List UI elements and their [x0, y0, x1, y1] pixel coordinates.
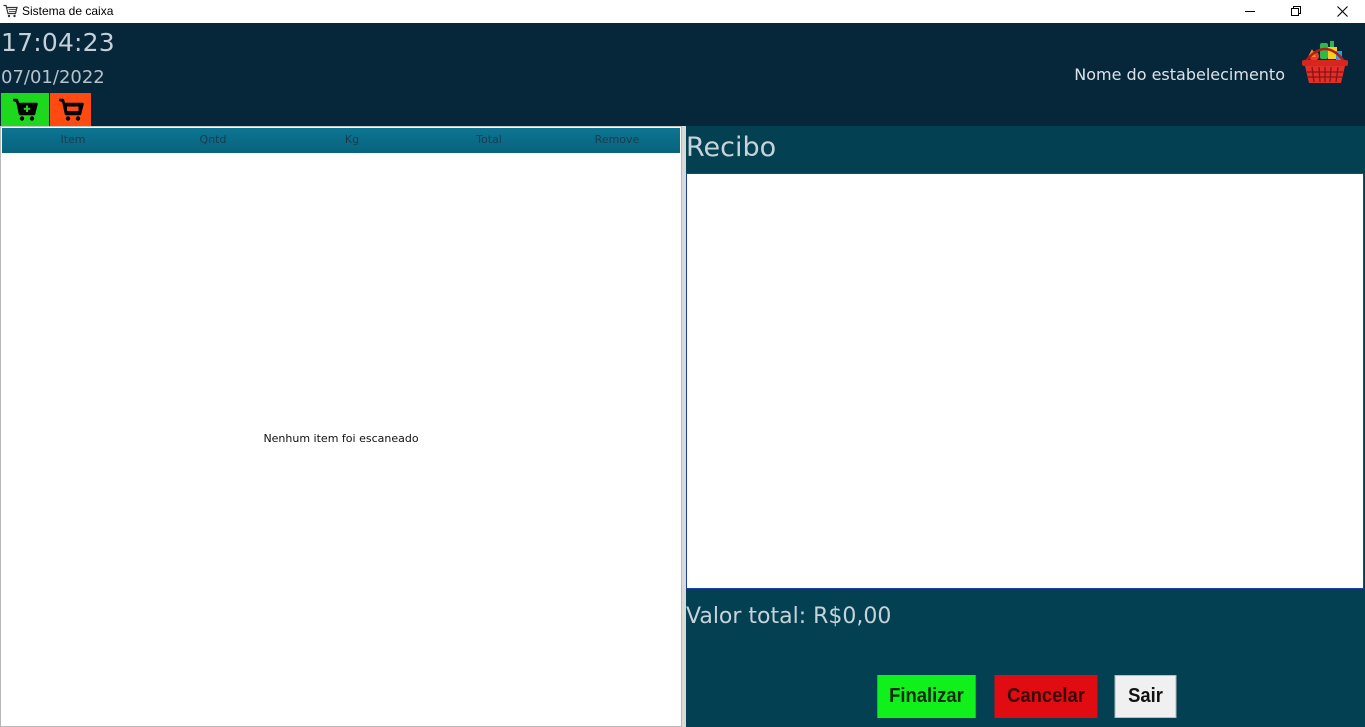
column-header-item[interactable]: Item: [23, 133, 123, 146]
receipt-panel: Recibo Valor total: R$0,00 Finalizar Can…: [686, 126, 1365, 727]
cart-remove-icon: [58, 98, 84, 121]
column-header-qntd[interactable]: Qntd: [163, 133, 263, 146]
date: 07/01/2022: [1, 67, 105, 88]
remove-from-cart-button[interactable]: [50, 93, 91, 126]
exit-button[interactable]: Sair: [1114, 675, 1177, 718]
shopping-cart-app-icon: [3, 4, 18, 18]
receipt-title: Recibo: [686, 132, 777, 163]
restore-button[interactable]: [1273, 0, 1319, 23]
items-table-header: Item Qntd Kg Total Remove: [2, 128, 680, 153]
establishment-name: Nome do estabelecimento: [1074, 65, 1285, 84]
close-icon: [1336, 6, 1348, 17]
close-button[interactable]: [1319, 0, 1365, 23]
cart-add-icon: [13, 98, 38, 121]
receipt-text-area[interactable]: [686, 173, 1364, 589]
restore-icon: [1290, 6, 1301, 16]
minimize-button[interactable]: [1227, 0, 1273, 23]
window-title: Sistema de caixa: [22, 4, 114, 18]
window-title-bar: Sistema de caixa: [0, 0, 1365, 23]
minimize-icon: [1244, 11, 1255, 12]
column-header-kg[interactable]: Kg: [302, 133, 402, 146]
empty-table-message: Nenhum item foi escaneado: [263, 432, 419, 445]
items-table-panel: Item Qntd Kg Total Remove Nenhum item fo…: [0, 126, 682, 727]
column-header-remove[interactable]: Remove: [567, 133, 667, 146]
column-header-total[interactable]: Total: [439, 133, 539, 146]
finalize-button[interactable]: Finalizar: [877, 675, 976, 718]
header: 17:04:23 07/01/2022 Nome do estabelecime…: [0, 23, 1365, 126]
cancel-button[interactable]: Cancelar: [994, 675, 1098, 718]
total-value-label: Valor total: R$0,00: [686, 604, 892, 629]
shopping-basket-icon: [1302, 41, 1348, 83]
add-to-cart-button[interactable]: [1, 93, 49, 126]
clock: 17:04:23: [1, 28, 115, 57]
